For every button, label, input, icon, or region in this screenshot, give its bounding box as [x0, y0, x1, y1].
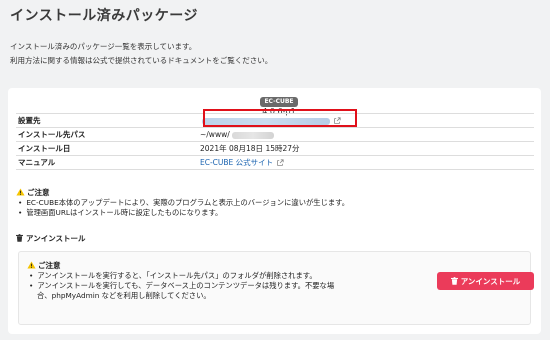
package-badge: EC-CUBE [260, 97, 298, 107]
uninstall-notice-heading: ご注意 [27, 260, 61, 271]
uninstall-notice-title: ご注意 [38, 261, 61, 270]
notice-heading: ご注意 [16, 187, 50, 198]
warning-icon [27, 261, 36, 269]
notice-list: EC-CUBE本体のアップデートにより、実際のプログラムと表示上のバージョンに違… [18, 198, 349, 218]
install-path-label: インストール先パス [16, 127, 198, 142]
list-item: アンインストールを実行すると、「インストール先パス」のフォルダが削除されます。 [29, 271, 429, 281]
uninstall-panel: ご注意 アンインストールを実行すると、「インストール先パス」のフォルダが削除され… [18, 251, 534, 325]
install-path-value: ~/www/ [200, 130, 230, 139]
table-row: インストール先パス ~/www/ [16, 127, 534, 142]
intro-text: インストール済みのパッケージ一覧を表示しています。 利用方法に関する情報は公式で… [10, 40, 272, 68]
manual-label: マニュアル [16, 155, 198, 170]
page-title: インストール済みパッケージ [10, 8, 198, 24]
manual-link[interactable]: EC-CUBE 公式サイト [200, 158, 273, 167]
uninstall-notice-list: アンインストールを実行すると、「インストール先パス」のフォルダが削除されます。 … [29, 271, 429, 301]
list-item: 管理画面URLはインストール時に設定したものになります。 [18, 208, 349, 218]
intro-line-1: インストール済みのパッケージ一覧を表示しています。 [10, 42, 197, 51]
list-item-continued: 合、phpMyAdmin などを利用し削除してください。 [37, 291, 211, 300]
uninstall-button[interactable]: アンインストール [437, 272, 534, 290]
table-row: マニュアル EC-CUBE 公式サイト [16, 155, 534, 170]
external-link-icon [277, 159, 284, 166]
trash-icon [16, 234, 23, 242]
install-path-redacted [231, 131, 274, 139]
list-item: アンインストールを実行しても、データベース上のコンテンツデータは残ります。不要な… [29, 281, 429, 291]
uninstall-button-label: アンインストール [460, 276, 521, 286]
install-path-cell: ~/www/ [198, 127, 534, 142]
uninstall-section-title: アンインストール [26, 234, 86, 243]
notice-title: ご注意 [27, 188, 50, 197]
location-highlight-box [203, 109, 357, 127]
trash-icon [450, 277, 458, 285]
intro-line-2: 利用方法に関する情報は公式で提供されているドキュメントをご覧ください。 [10, 56, 273, 65]
package-card: EC-CUBE 4.0.6-p1 設置先 インストール先パス ~/www/ イン… [8, 88, 541, 334]
manual-cell: EC-CUBE 公式サイト [198, 155, 534, 170]
warning-icon [16, 188, 25, 196]
install-date-value: 2021年 08月18日 15時27分 [198, 141, 534, 156]
list-item: EC-CUBE本体のアップデートにより、実際のプログラムと表示上のバージョンに違… [18, 198, 349, 208]
table-row: インストール日 2021年 08月18日 15時27分 [16, 141, 534, 156]
uninstall-heading: アンインストール [16, 233, 86, 244]
install-date-label: インストール日 [16, 141, 198, 156]
location-label: 設置先 [16, 113, 198, 128]
